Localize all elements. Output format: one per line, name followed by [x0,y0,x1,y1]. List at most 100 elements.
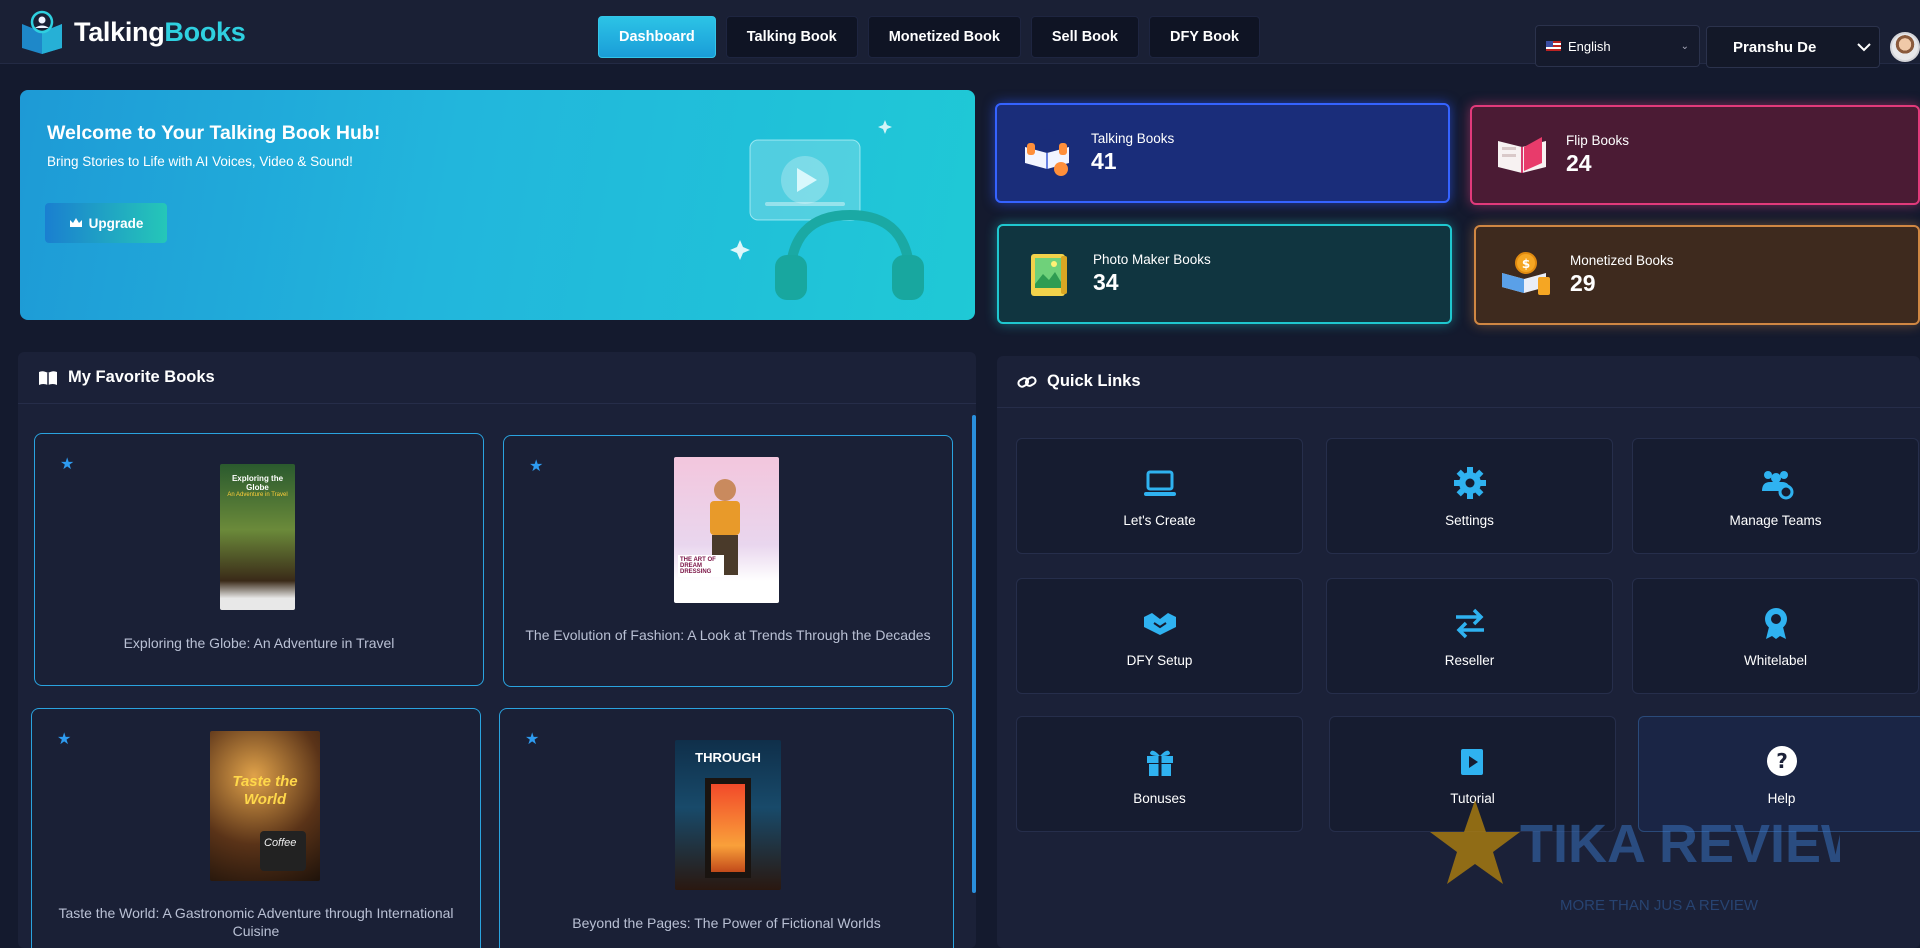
monetized-book-icon: $ [1502,252,1550,295]
quick-link-tutorial[interactable]: Tutorial [1329,716,1616,832]
main-nav: Dashboard Talking Book Monetized Book Se… [598,16,1260,58]
favorite-books-panel: My Favorite Books ★ Exploring the Globe … [18,352,976,948]
headphones-video-illustration [730,120,924,300]
cover-title: Taste the World [232,773,298,808]
welcome-banner: Welcome to Your Talking Book Hub! Bring … [20,90,975,320]
book-logo-icon [22,10,62,54]
svg-text:$: $ [1522,257,1530,271]
book-card[interactable]: ★ Taste the World Coffee Taste the World… [31,708,481,948]
brand-name: TalkingBooks [74,16,246,47]
stat-value: 34 [1093,269,1119,295]
book-cover: THROUGH [675,740,781,890]
question-icon: ? [1766,745,1797,776]
chevron-down-icon [1857,43,1872,52]
nav-talking-book[interactable]: Talking Book [725,16,858,58]
stat-value: 29 [1570,270,1596,296]
book-cover: Exploring the Globe An Adventure in Trav… [220,464,295,610]
users-gear-icon [1761,470,1793,499]
panel-header: Quick Links [997,356,1920,408]
quick-link-reseller[interactable]: Reseller [1326,578,1613,694]
chevron-down-icon: ⌄ [1680,40,1689,52]
quick-link-label: DFY Setup [1126,652,1193,668]
favorites-scrollbar[interactable] [972,415,976,893]
cover-title: THROUGH [695,750,761,765]
stat-label: Monetized Books [1570,253,1674,268]
panel-header: My Favorite Books [18,352,976,404]
language-select[interactable]: English ⌄ [1535,25,1700,67]
book-title: Taste the World: A Gastronomic Adventure… [58,905,454,939]
exchange-arrows-icon [1455,608,1484,638]
nav-dashboard[interactable]: Dashboard [598,16,716,58]
quick-link-whitelabel[interactable]: Whitelabel [1632,578,1919,694]
quick-link-manage-teams[interactable]: Manage Teams [1632,438,1919,554]
laptop-icon [1143,470,1176,496]
quick-link-label: Bonuses [1133,790,1186,806]
nav-dfy-book[interactable]: DFY Book [1148,16,1260,58]
quick-link-label: Tutorial [1450,790,1495,806]
stat-label: Photo Maker Books [1093,252,1211,267]
link-icon [1017,375,1037,388]
quick-link-settings[interactable]: Settings [1326,438,1613,554]
quick-link-lets-create[interactable]: Let's Create [1016,438,1303,554]
quick-link-label: Manage Teams [1729,512,1822,528]
language-label: English [1568,38,1611,54]
quick-link-dfy-setup[interactable]: DFY Setup [1016,578,1303,694]
quick-link-help[interactable]: ? Help [1638,716,1920,832]
brand-logo[interactable]: TalkingBooks [18,10,246,54]
user-menu[interactable]: Pranshu De [1706,26,1880,68]
book-card[interactable]: ★ THROUGH Beyond the Pages: The Power of… [499,708,954,948]
photo-book-icon [1031,254,1067,296]
gift-icon [1146,750,1173,776]
crown-icon [69,218,82,227]
quick-links-panel: Quick Links Let's Create Settings Manage… [997,356,1920,948]
award-icon [1764,607,1787,639]
talking-book-icon [1025,129,1069,176]
open-book-icon [39,370,57,385]
quick-link-label: Settings [1445,512,1494,528]
book-title: Exploring the Globe: An Adventure in Tra… [123,635,395,651]
top-navbar: TalkingBooks Dashboard Talking Book Mone… [0,0,1920,68]
upgrade-button[interactable]: Upgrade [45,203,167,243]
stat-value: 24 [1566,150,1592,176]
avatar[interactable] [1890,32,1920,62]
stat-label: Talking Books [1091,131,1175,146]
banner-subtitle: Bring Stories to Life with AI Voices, Vi… [47,154,353,169]
star-icon[interactable]: ★ [57,729,71,749]
star-icon[interactable]: ★ [60,454,74,474]
stat-value: 41 [1091,148,1117,174]
gear-icon [1453,466,1486,499]
stat-label: Flip Books [1566,133,1630,148]
stat-card-talking-books[interactable]: Talking Books 41 [995,103,1450,203]
book-card[interactable]: ★ THE ART OF DREAM DRESSING The Evolutio… [503,435,953,687]
panel-title: Quick Links [1047,372,1141,390]
stat-card-flip-books[interactable]: Flip Books 24 [1470,105,1920,205]
upgrade-label: Upgrade [88,215,144,231]
nav-sell-book[interactable]: Sell Book [1030,16,1139,58]
quick-link-label: Help [1767,790,1796,806]
book-cover: Taste the World Coffee [210,731,320,881]
quick-link-bonuses[interactable]: Bonuses [1016,716,1303,832]
banner-title: Welcome to Your Talking Book Hub! [47,122,381,144]
video-icon [1460,748,1483,775]
star-icon[interactable]: ★ [525,729,539,749]
nav-monetized-book[interactable]: Monetized Book [867,16,1021,58]
cover-title: Exploring the Globe [231,474,284,492]
user-name: Pranshu De [1733,38,1817,56]
stat-card-monetized-books[interactable]: $ Monetized Books 29 [1474,225,1920,325]
flip-book-icon [1498,137,1546,173]
handshake-icon [1143,612,1176,635]
quick-link-label: Let's Create [1123,512,1196,528]
book-cover: THE ART OF DREAM DRESSING [674,457,779,603]
book-title: Beyond the Pages: The Power of Fictional… [572,915,881,931]
us-flag-icon [1546,41,1561,51]
panel-title: My Favorite Books [68,368,215,386]
cover-subtitle: An Adventure in Travel [227,492,288,498]
star-icon[interactable]: ★ [529,456,543,476]
quick-link-label: Whitelabel [1743,652,1808,668]
stat-card-photo-maker-books[interactable]: Photo Maker Books 34 [997,224,1452,324]
book-title: The Evolution of Fashion: A Look at Tren… [525,627,931,643]
book-card[interactable]: ★ Exploring the Globe An Adventure in Tr… [34,433,484,686]
quick-link-label: Reseller [1444,652,1495,668]
svg-text:?: ? [1776,749,1788,773]
cover-title: THE ART OF DREAM DRESSING [678,555,724,577]
